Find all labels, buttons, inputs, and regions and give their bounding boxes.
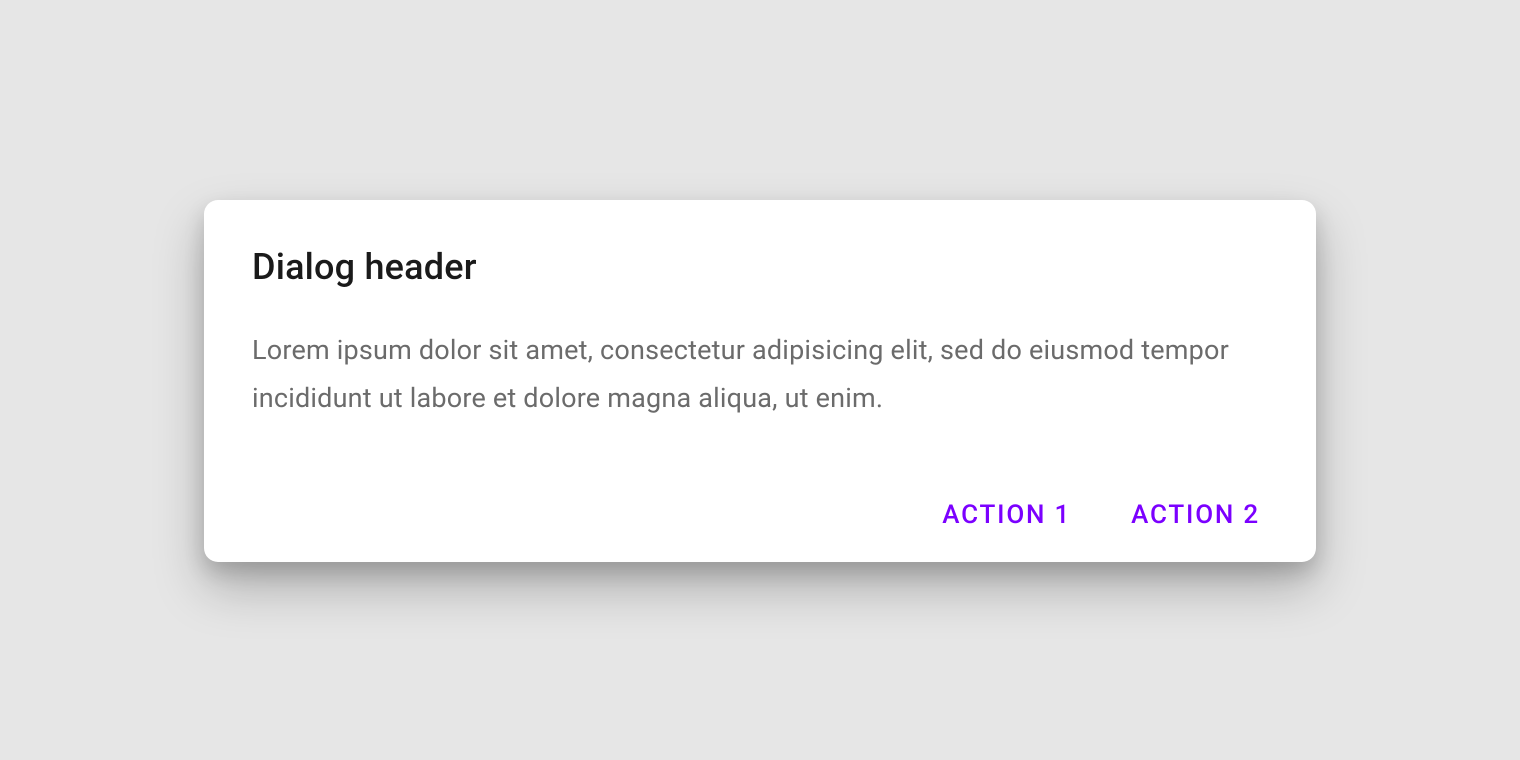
dialog: Dialog header Lorem ipsum dolor sit amet… bbox=[204, 200, 1316, 562]
dialog-title: Dialog header bbox=[252, 246, 1268, 288]
dialog-actions: ACTION 1 ACTION 2 bbox=[252, 494, 1268, 536]
action-2-button[interactable]: ACTION 2 bbox=[1129, 494, 1262, 536]
action-1-button[interactable]: ACTION 1 bbox=[940, 494, 1073, 536]
dialog-body-text: Lorem ipsum dolor sit amet, consectetur … bbox=[252, 326, 1268, 422]
